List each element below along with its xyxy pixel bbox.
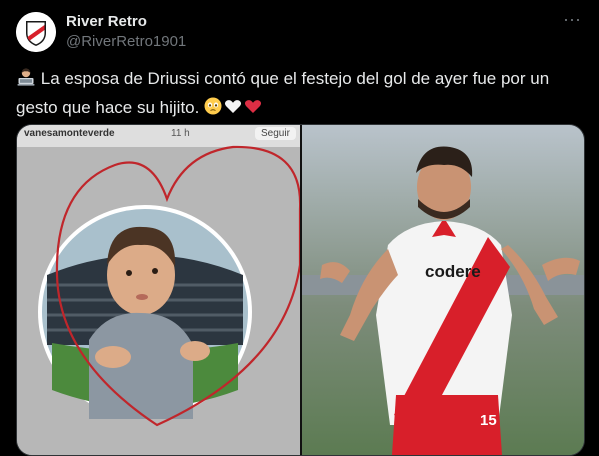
more-options-button[interactable]: ··· — [559, 10, 585, 34]
author-handle[interactable]: @RiverRetro1901 — [66, 32, 186, 51]
author-display-name[interactable]: River Retro — [66, 12, 186, 31]
tweet-post: River Retro @RiverRetro1901 ··· La espos… — [0, 0, 599, 456]
technologist-emoji-icon — [16, 67, 36, 95]
heart-outline-drawing — [55, 145, 300, 427]
emoji-group-icons — [204, 96, 262, 124]
player-photo-image[interactable]: codere 15 — [302, 125, 584, 455]
player-photo-illustration: codere 15 — [302, 125, 584, 455]
shirt-sponsor-text: codere — [425, 262, 481, 281]
author-info: River Retro @RiverRetro1901 — [66, 12, 186, 51]
author-avatar[interactable] — [16, 12, 56, 52]
story-screenshot-image[interactable]: vanesamonteverde 11 h Seguir — [17, 125, 300, 455]
river-plate-crest-icon — [16, 12, 56, 52]
shirt-number-text: 15 — [480, 412, 497, 429]
tweet-body-text: La esposa de Driussi contó que el festej… — [16, 69, 550, 117]
tweet-media[interactable]: vanesamonteverde 11 h Seguir codere 15 — [16, 124, 585, 456]
tweet-text: La esposa de Driussi contó que el festej… — [16, 66, 582, 124]
